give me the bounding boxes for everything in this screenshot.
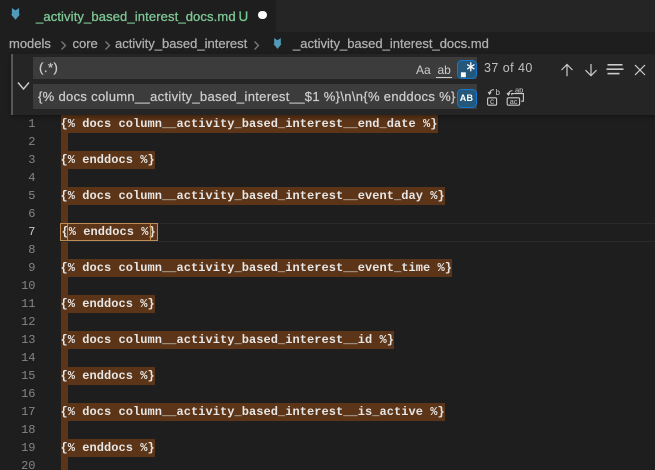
svg-text:c: c [490, 97, 494, 106]
svg-text:ac: ac [510, 97, 518, 106]
svg-text:ab: ab [515, 88, 523, 95]
svg-text:b: b [496, 88, 501, 97]
